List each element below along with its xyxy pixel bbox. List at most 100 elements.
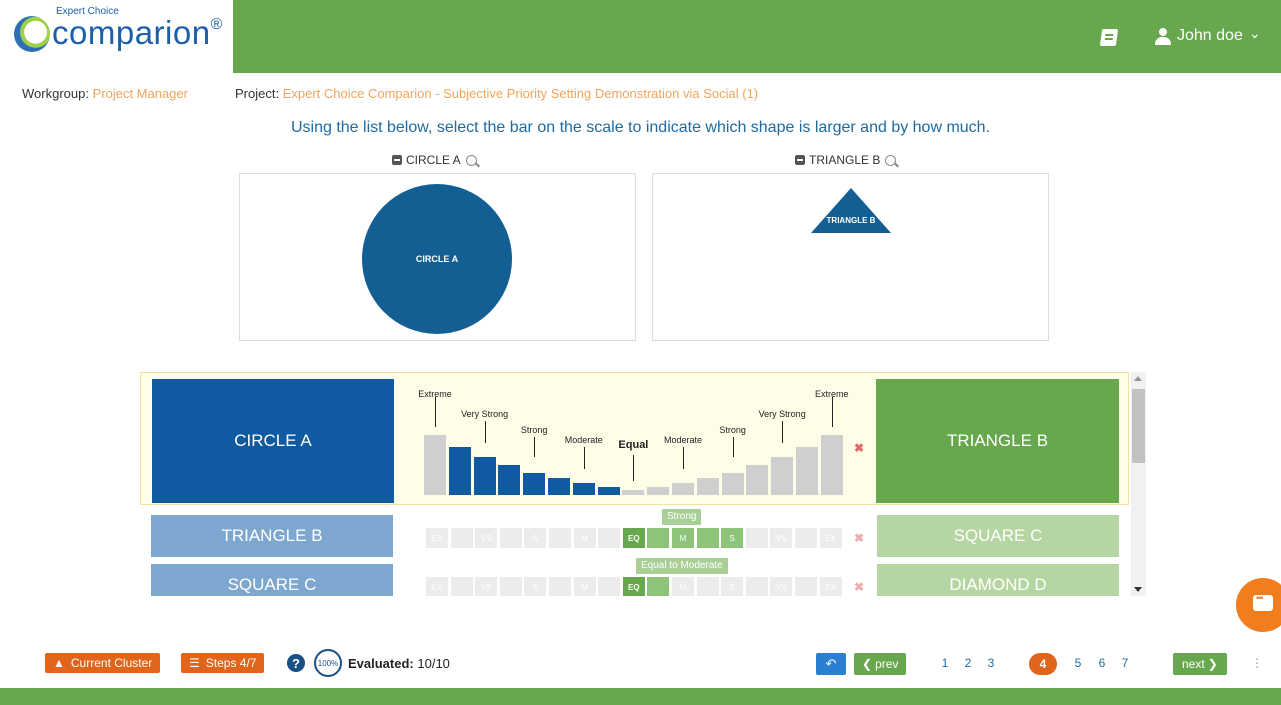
scale-bar[interactable] (622, 490, 645, 495)
scale-tick (633, 455, 635, 481)
next-button[interactable]: next ❯ (1173, 653, 1227, 675)
scale-bar[interactable] (820, 435, 843, 495)
list-scrollbar[interactable] (1131, 372, 1146, 596)
instruction-text: Using the list below, select the bar on … (290, 119, 991, 136)
list-icon: ☰ (189, 656, 200, 670)
scale-segment[interactable] (795, 577, 817, 596)
scale-bar[interactable] (498, 465, 521, 495)
scale-segment[interactable] (499, 528, 522, 548)
scale-tick (534, 437, 536, 457)
scale-bar[interactable] (523, 473, 546, 495)
scale-bar[interactable] (548, 478, 570, 495)
scale-bar[interactable] (746, 465, 769, 495)
prev-button[interactable]: ❮ prev (854, 653, 907, 675)
scale-bar[interactable] (771, 457, 794, 495)
scale-label: Very Strong (758, 409, 806, 419)
help-icon[interactable]: ? (287, 654, 305, 672)
page-4[interactable]: 4 (1029, 653, 1057, 675)
more-options-icon[interactable]: ⋮ (1251, 656, 1263, 670)
scale-tick (683, 447, 684, 469)
collapse-icon[interactable] (795, 155, 805, 165)
evaluated-count: Evaluated: 10/10 (348, 656, 450, 671)
collapse-icon[interactable] (392, 155, 402, 165)
zoom-icon[interactable] (885, 154, 897, 166)
project-link[interactable]: Expert Choice Comparion - Subjective Pri… (283, 86, 758, 101)
scale-segment[interactable] (745, 528, 768, 548)
scale-segment[interactable]: EQ (622, 577, 645, 596)
scale-segment[interactable]: S (524, 528, 547, 548)
scale-segment[interactable]: EX (819, 577, 842, 596)
zoom-icon[interactable] (465, 154, 477, 166)
scale-bar[interactable] (448, 447, 471, 495)
scale-segment[interactable] (549, 528, 571, 548)
chevron-down-icon: ⌄ (1248, 24, 1261, 41)
scale-segment[interactable] (450, 577, 473, 596)
user-name: John doe (1177, 27, 1243, 44)
scale-bar[interactable] (597, 487, 620, 495)
left-image-box: CIRCLE A (239, 173, 636, 341)
scale-label: Moderate (564, 435, 603, 445)
scale-segment[interactable]: VS (770, 528, 793, 548)
scale-segment[interactable]: M (672, 577, 694, 596)
page-3[interactable]: 3 (983, 656, 999, 670)
scale-bar[interactable] (696, 478, 719, 495)
user-menu-button[interactable]: John doe ⌄ (1155, 24, 1261, 45)
scale-segment[interactable]: M (573, 528, 596, 548)
page-5[interactable]: 5 (1070, 656, 1086, 670)
scale-segment[interactable]: EX (426, 528, 448, 548)
scale-segment[interactable] (450, 528, 473, 548)
scale-segment[interactable]: S (721, 577, 744, 596)
clear-judgment-icon[interactable]: ✖ (854, 441, 864, 455)
scale-segment[interactable]: VS (770, 577, 793, 596)
scale-segment[interactable]: EX (819, 528, 842, 548)
triangle-shape: TRIANGLE B (811, 188, 891, 233)
scale-bar[interactable] (721, 473, 744, 495)
scale-segment[interactable] (745, 577, 768, 596)
clear-judgment-icon[interactable]: ✖ (854, 531, 864, 545)
scale-segment[interactable] (499, 577, 522, 596)
scale-segment[interactable] (598, 577, 621, 596)
scale-bar[interactable] (672, 483, 694, 495)
judgment-badge: Equal to Moderate (636, 558, 728, 574)
scale-bar[interactable] (473, 457, 496, 495)
scale-segment[interactable] (647, 577, 670, 596)
book-icon[interactable] (1099, 29, 1119, 46)
page-6[interactable]: 6 (1094, 656, 1110, 670)
scale-segment[interactable]: S (524, 577, 547, 596)
scale-segment[interactable]: VS (475, 577, 498, 596)
scale-bar[interactable] (424, 435, 446, 495)
scale-segment[interactable] (598, 528, 621, 548)
scroll-down-icon[interactable] (1134, 587, 1142, 592)
chat-icon[interactable] (1236, 578, 1281, 632)
page-2[interactable]: 2 (960, 656, 976, 670)
undo-button[interactable]: ↶ (816, 653, 846, 675)
steps-button[interactable]: ☰ Steps 4/7 (181, 653, 265, 673)
comparion-logo-icon (14, 16, 50, 52)
scale-bar[interactable] (572, 483, 595, 495)
scale-segment[interactable] (696, 528, 719, 548)
page-7[interactable]: 7 (1117, 656, 1133, 670)
scale-segment[interactable]: VS (475, 528, 498, 548)
scale-segment[interactable]: S (721, 528, 744, 548)
clear-judgment-icon[interactable]: ✖ (854, 580, 864, 594)
logo[interactable]: Expert Choice comparion® (0, 0, 233, 73)
scale-bar[interactable] (647, 487, 670, 495)
scale-tick (732, 437, 734, 457)
workgroup-link[interactable]: Project Manager (93, 86, 188, 101)
scale-segment[interactable] (549, 577, 571, 596)
scroll-thumb[interactable] (1132, 389, 1145, 463)
scale-tick (831, 397, 833, 427)
scale-segment[interactable] (795, 528, 817, 548)
scale-segment[interactable] (647, 528, 670, 548)
scroll-up-icon[interactable] (1134, 376, 1142, 381)
scale-bar[interactable] (796, 447, 818, 495)
scale-segment[interactable]: M (672, 528, 694, 548)
scale-segment[interactable]: M (573, 577, 596, 596)
scale-segment[interactable]: EQ (622, 528, 645, 548)
page-1[interactable]: 1 (937, 656, 953, 670)
project-info: Project: Expert Choice Comparion - Subje… (235, 86, 759, 101)
current-cluster-button[interactable]: ▲ Current Cluster (45, 653, 161, 673)
scale-segment[interactable]: EX (426, 577, 448, 596)
scale-segment[interactable] (696, 577, 719, 596)
footer-bar (0, 688, 1281, 705)
